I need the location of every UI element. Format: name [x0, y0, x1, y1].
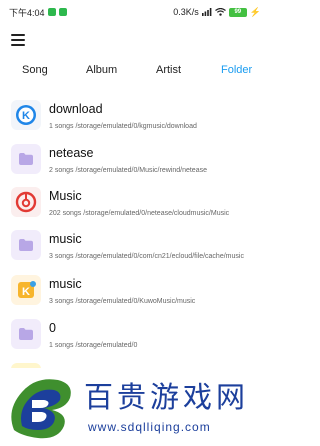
charging-icon: ⚡ [249, 6, 261, 17]
kugou-music-icon: K [11, 100, 41, 130]
status-bar: 下午4:04 0.3K/s 99 ⚡ [0, 0, 270, 24]
signal-icon [201, 8, 212, 16]
list-item[interactable]: K download 1 songs /storage/emulated/0/k… [0, 96, 270, 136]
tab-artist[interactable]: Artist [156, 64, 181, 76]
list-item[interactable]: Music 202 songs /storage/emulated/0/nete… [0, 183, 270, 223]
folder-icon [11, 144, 41, 174]
folder-name: 0 [49, 321, 56, 335]
folder-name: netease [49, 146, 94, 160]
folder-icon [11, 319, 41, 349]
folder-detail: 2 songs /storage/emulated/0/Music/rewind… [49, 167, 207, 174]
folder-detail: 1 songs /storage/emulated/0/kgmusic/down… [49, 123, 197, 130]
status-time: 下午4:04 [9, 7, 45, 18]
folder-icon [11, 230, 41, 260]
wifi-icon [214, 8, 226, 16]
battery-icon: 99 [228, 7, 247, 17]
folder-name: music [49, 277, 82, 291]
tab-bar: Song Album Artist Folder [0, 64, 270, 84]
tab-song[interactable]: Song [22, 64, 48, 76]
folder-detail: 3 songs /storage/emulated/0/KuwoMusic/mu… [49, 298, 196, 305]
tab-album[interactable]: Album [86, 64, 117, 76]
kuwo-music-icon: K [11, 275, 41, 305]
netease-cloudmusic-icon [11, 187, 41, 217]
watermark-url: www.sdqlliqing.com [88, 420, 211, 434]
watermark-logo-icon [11, 379, 71, 439]
list-item[interactable]: K music 3 songs /storage/emulated/0/Kuwo… [0, 271, 270, 311]
svg-text:K: K [22, 286, 30, 298]
watermark-banner: 百贵游戏网 www.sdqlliqing.com [0, 368, 270, 446]
svg-text:K: K [22, 110, 30, 122]
folder-name: music [49, 232, 82, 246]
network-speed: 0.3K/s [173, 7, 199, 17]
status-right: 0.3K/s 99 ⚡ [173, 7, 261, 18]
status-left: 下午4:04 [9, 6, 67, 19]
folder-detail: 3 songs /storage/emulated/0/com/cn21/ecl… [49, 253, 244, 260]
list-item[interactable]: netease 2 songs /storage/emulated/0/Musi… [0, 140, 270, 180]
notification-app-icon [58, 8, 67, 16]
folder-name: Music [49, 189, 82, 203]
list-item[interactable]: 0 1 songs /storage/emulated/0 [0, 315, 270, 355]
folder-detail: 1 songs /storage/emulated/0 [49, 342, 138, 349]
notification-app-icon [47, 8, 56, 16]
watermark-site-name: 百贵游戏网 [84, 380, 250, 414]
tab-folder[interactable]: Folder [221, 64, 252, 76]
list-item[interactable]: music 3 songs /storage/emulated/0/com/cn… [0, 226, 270, 266]
folder-name: download [49, 102, 103, 116]
folder-detail: 202 songs /storage/emulated/0/netease/cl… [49, 210, 230, 217]
hamburger-menu-icon[interactable] [11, 34, 27, 46]
